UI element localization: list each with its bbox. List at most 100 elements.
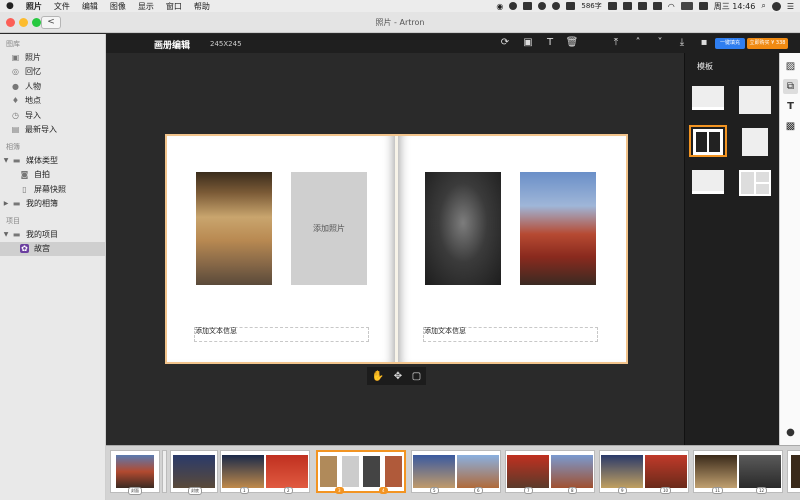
photo-slot-gate[interactable] [520, 172, 596, 285]
thumb-label: 2 [284, 487, 293, 494]
thumb-page-1-2[interactable] [220, 450, 310, 493]
thumb-label: 4 [379, 487, 388, 494]
text-icon[interactable]: T [783, 99, 798, 114]
template-option-5[interactable] [689, 167, 727, 199]
menu-edit[interactable]: 编辑 [82, 1, 98, 12]
move-bottom-icon[interactable]: ⤓ [675, 36, 689, 50]
buy-now-button[interactable]: 立即购买 ¥ 338 [747, 38, 788, 49]
crop-icon[interactable]: ▢ [412, 371, 421, 382]
sidebar-item-my-albums[interactable]: ▶ ▬ 我的相簿 [0, 197, 105, 212]
trash-icon[interactable]: 🗑 [565, 36, 579, 50]
editor-canvas: 添加照片 添加文本信息 添加文本信息 ✋ ✥ ▢ [106, 53, 684, 445]
thumb-spine[interactable] [162, 450, 167, 493]
thumb-label: 9 [618, 487, 627, 494]
save-icon[interactable]: ▪ [697, 36, 711, 50]
template-icon[interactable]: ⧉ [783, 79, 798, 94]
right-page[interactable]: 添加文本信息 [398, 136, 626, 362]
template-option-2[interactable] [736, 83, 774, 115]
template-option-1[interactable] [689, 83, 727, 115]
template-option-3[interactable] [689, 125, 727, 157]
people-icon: ● [12, 81, 19, 91]
thumb-page-11-12[interactable] [693, 450, 783, 493]
image-frame-icon[interactable]: ▣ [521, 36, 535, 50]
tray-icon-2[interactable] [523, 2, 533, 10]
menu-file[interactable]: 文件 [54, 1, 70, 12]
sidebar-item-selfie[interactable]: ◙ 自拍 [0, 168, 105, 183]
window-title: 照片 - Artron [375, 18, 425, 27]
sidebar: 图库 ▣ 照片 ◎ 回忆 ● 人物 ♦ 地点 ◷ 导入 ▤ 最新导入 相簿 ▼ ▬ 媒体类型 ◙… [0, 34, 106, 500]
photo-slot-forbidden-city[interactable] [196, 172, 272, 285]
datetime[interactable]: 周三 14:46 [714, 1, 756, 12]
move-icon[interactable]: ✥ [394, 371, 402, 382]
sidebar-item-label: 故宫 [34, 244, 50, 254]
template-option-6[interactable] [736, 167, 774, 199]
menu-view[interactable]: 显示 [138, 1, 154, 12]
image-icon[interactable]: ▨ [783, 59, 798, 74]
sidebar-item-screenshot[interactable]: ▯ 屏幕快照 [0, 182, 105, 197]
sidebar-item-people[interactable]: ● 人物 [0, 79, 105, 94]
sidebar-item-import[interactable]: ◷ 导入 [0, 108, 105, 123]
apple-icon[interactable]: ● [6, 1, 14, 11]
sidebar-item-project-gugong[interactable]: ✿ 故宫 [0, 241, 105, 256]
thumb-label: 8 [568, 487, 577, 494]
user-icon[interactable] [771, 1, 781, 11]
sidebar-item-recent-import[interactable]: ▤ 最新导入 [0, 123, 105, 138]
photos-icon: ▣ [11, 52, 20, 62]
disclosure-open-icon[interactable]: ▼ [2, 231, 10, 238]
search-icon[interactable]: ⌕ [761, 1, 765, 11]
folder-icon: ▬ [12, 229, 21, 239]
tray-icon-7[interactable] [622, 2, 632, 10]
menu-app[interactable]: 照片 [26, 1, 42, 12]
move-up-icon[interactable]: ˄ [631, 36, 645, 50]
photo-slot-empty[interactable]: 添加照片 [291, 172, 367, 285]
move-down-icon[interactable]: ˅ [653, 36, 667, 50]
tray-icon-9[interactable] [652, 2, 662, 10]
left-page[interactable]: 添加照片 添加文本信息 [167, 136, 395, 362]
tray-icon-4[interactable] [552, 2, 561, 10]
thumb-label: 3 [335, 487, 344, 494]
tray-icon-5[interactable] [566, 2, 576, 10]
sidebar-item-places[interactable]: ♦ 地点 [0, 94, 105, 109]
word-count[interactable]: 586字 [581, 1, 601, 11]
thumb-next[interactable] [787, 450, 800, 493]
thumb-page-9-10[interactable] [599, 450, 689, 493]
template-option-4[interactable] [736, 125, 774, 157]
right-text-box[interactable]: 添加文本信息 [423, 327, 598, 342]
menu-image[interactable]: 图像 [110, 1, 126, 12]
hand-icon[interactable]: ✋ [372, 371, 384, 382]
thumb-label: 7 [524, 487, 533, 494]
refresh-icon[interactable]: ⟳ [498, 36, 512, 50]
tray-icon-3[interactable] [538, 2, 547, 10]
menu-window[interactable]: 窗口 [166, 1, 182, 12]
notification-icon[interactable]: ☰ [787, 2, 794, 11]
sidebar-item-label: 最新导入 [25, 125, 57, 135]
sidebar-item-label: 我的项目 [26, 229, 58, 239]
wifi-icon[interactable]: ◠ [668, 2, 675, 11]
auto-fill-button[interactable]: 一键填充 [715, 38, 745, 49]
thumb-page-7-8[interactable] [505, 450, 595, 493]
sidebar-item-my-projects[interactable]: ▼ ▬ 我的项目 [0, 227, 105, 242]
sidebar-item-media-types[interactable]: ▼ ▬ 媒体类型 [0, 153, 105, 168]
left-text-box[interactable]: 添加文本信息 [194, 327, 369, 342]
sidebar-item-photos[interactable]: ▣ 照片 [0, 50, 105, 65]
disclosure-open-icon[interactable]: ▼ [2, 157, 10, 164]
photo-slot-dragon-statue[interactable] [425, 172, 501, 285]
tray-icon-8[interactable] [637, 2, 647, 10]
text-frame-icon[interactable]: T [543, 36, 557, 50]
tray-icon-10[interactable] [698, 2, 708, 10]
thumb-page-3-4[interactable] [316, 450, 406, 493]
sidebar-item-label: 人物 [25, 81, 41, 91]
thumb-label: 封底 [188, 487, 202, 495]
thumb-label: 10 [660, 487, 672, 494]
disclosure-closed-icon[interactable]: ▶ [2, 200, 10, 207]
tray-icon-1[interactable] [509, 2, 518, 10]
thumb-page-5-6[interactable] [411, 450, 501, 493]
sidebar-item-memories[interactable]: ◎ 回忆 [0, 65, 105, 80]
account-icon[interactable]: ● [783, 425, 798, 440]
move-top-icon[interactable]: ⤒ [609, 36, 623, 50]
battery-icon[interactable] [680, 2, 693, 10]
background-icon[interactable]: ▩ [783, 119, 798, 134]
tray-icon-6[interactable] [607, 2, 617, 10]
menu-help[interactable]: 帮助 [194, 1, 210, 12]
wechat-icon[interactable]: ◉ [496, 2, 503, 11]
